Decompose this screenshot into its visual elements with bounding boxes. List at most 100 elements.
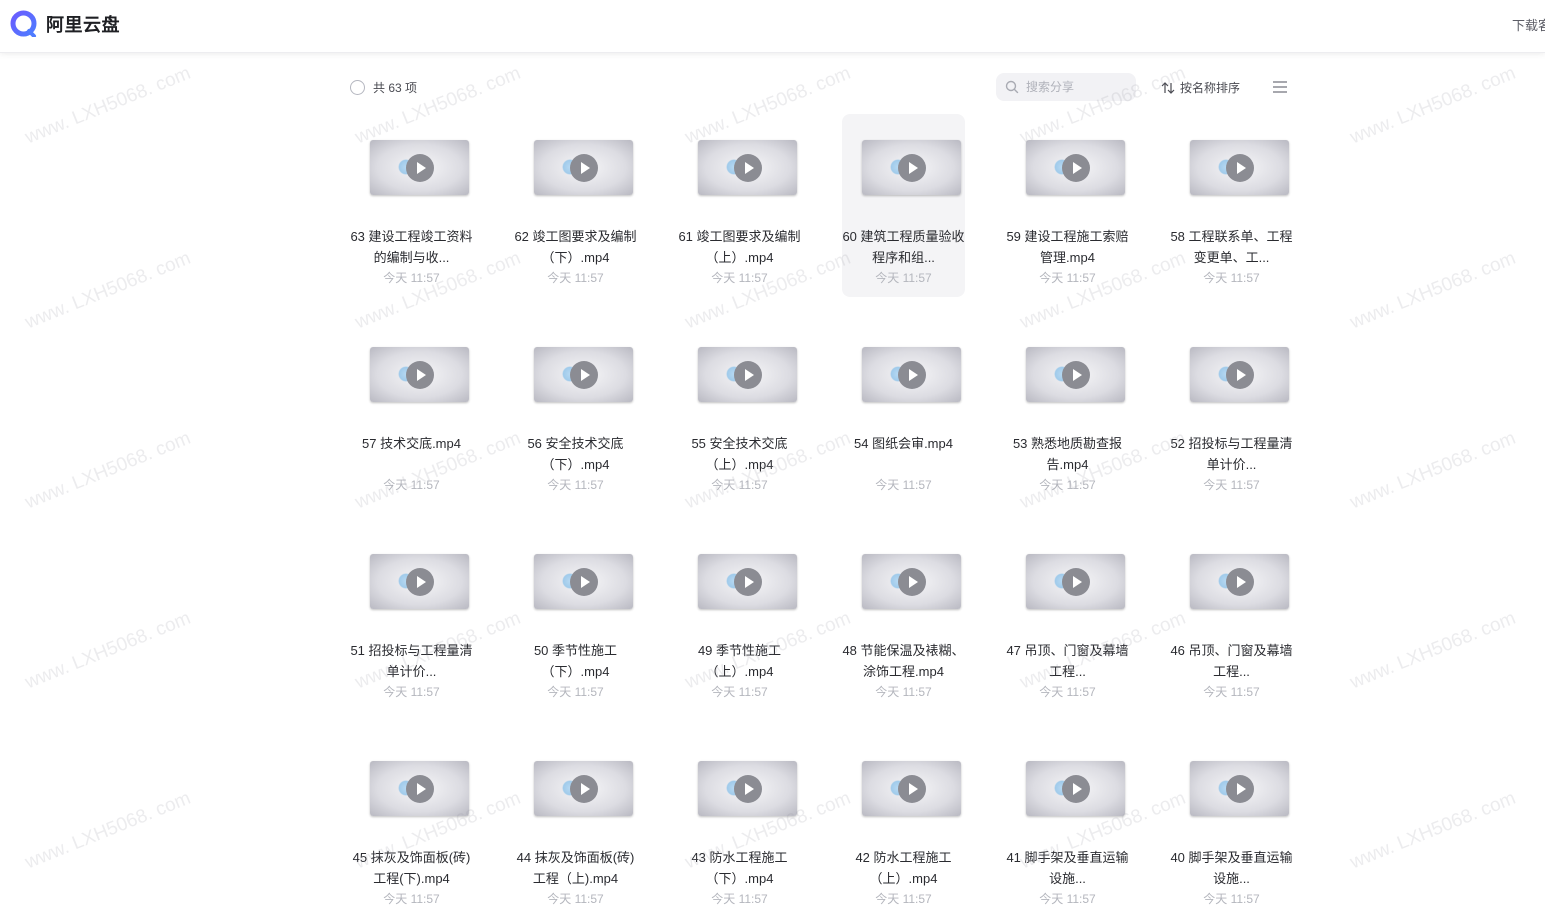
file-card[interactable]: 40 脚手架及垂直运输设施... 今天 11:57: [1170, 735, 1293, 918]
video-thumbnail[interactable]: [698, 140, 797, 195]
file-card[interactable]: 53 熟悉地质勘查报告.mp4 今天 11:57: [1006, 321, 1129, 504]
video-thumbnail[interactable]: [1190, 347, 1289, 402]
file-card[interactable]: 62 竣工图要求及编制（下）.mp4 今天 11:57: [514, 114, 637, 297]
video-thumbnail[interactable]: [370, 140, 469, 195]
file-card[interactable]: 59 建设工程施工索赔管理.mp4 今天 11:57: [1006, 114, 1129, 297]
file-card[interactable]: 46 吊顶、门窗及幕墙工程... 今天 11:57: [1170, 528, 1293, 711]
video-thumbnail[interactable]: [862, 140, 961, 195]
play-icon[interactable]: [570, 154, 598, 182]
download-client-link[interactable]: 下载客: [1512, 15, 1545, 34]
file-card[interactable]: 43 防水工程施工（下）.mp4 今天 11:57: [678, 735, 801, 918]
file-name[interactable]: 60 建筑工程质量验收程序和组...: [842, 226, 965, 268]
video-thumbnail[interactable]: [698, 554, 797, 609]
file-name[interactable]: 45 抹灰及饰面板(砖)工程(下).mp4: [350, 847, 473, 889]
file-name[interactable]: 62 竣工图要求及编制（下）.mp4: [514, 226, 637, 268]
play-icon[interactable]: [734, 154, 762, 182]
play-icon[interactable]: [898, 775, 926, 803]
file-name[interactable]: 63 建设工程竣工资料的编制与收...: [350, 226, 473, 268]
play-icon[interactable]: [1062, 361, 1090, 389]
file-name[interactable]: 44 抹灰及饰面板(砖)工程（上).mp4: [514, 847, 637, 889]
play-icon[interactable]: [1062, 775, 1090, 803]
file-card[interactable]: 51 招投标与工程量清单计价... 今天 11:57: [350, 528, 473, 711]
file-name[interactable]: 51 招投标与工程量清单计价...: [350, 640, 473, 682]
file-card[interactable]: 58 工程联系单、工程变更单、工... 今天 11:57: [1170, 114, 1293, 297]
play-icon[interactable]: [898, 154, 926, 182]
video-thumbnail[interactable]: [1026, 347, 1125, 402]
file-card[interactable]: 47 吊顶、门窗及幕墙工程... 今天 11:57: [1006, 528, 1129, 711]
play-icon[interactable]: [734, 568, 762, 596]
file-name[interactable]: 56 安全技术交底（下）.mp4: [514, 433, 637, 475]
video-thumbnail[interactable]: [862, 554, 961, 609]
file-card[interactable]: 63 建设工程竣工资料的编制与收... 今天 11:57: [350, 114, 473, 297]
play-icon[interactable]: [570, 361, 598, 389]
file-name[interactable]: 52 招投标与工程量清单计价...: [1170, 433, 1293, 475]
video-thumbnail[interactable]: [534, 761, 633, 816]
video-thumbnail[interactable]: [1026, 140, 1125, 195]
play-icon[interactable]: [1226, 361, 1254, 389]
file-name[interactable]: 40 脚手架及垂直运输设施...: [1170, 847, 1293, 889]
file-card[interactable]: 49 季节性施工（上）.mp4 今天 11:57: [678, 528, 801, 711]
file-card[interactable]: 54 图纸会审.mp4 今天 11:57: [842, 321, 965, 504]
file-card[interactable]: 55 安全技术交底（上）.mp4 今天 11:57: [678, 321, 801, 504]
file-name[interactable]: 48 节能保温及裱糊、涂饰工程.mp4: [842, 640, 965, 682]
file-name[interactable]: 55 安全技术交底（上）.mp4: [678, 433, 801, 475]
file-card[interactable]: 44 抹灰及饰面板(砖)工程（上).mp4 今天 11:57: [514, 735, 637, 918]
file-name[interactable]: 43 防水工程施工（下）.mp4: [678, 847, 801, 889]
video-thumbnail[interactable]: [370, 761, 469, 816]
file-card[interactable]: 52 招投标与工程量清单计价... 今天 11:57: [1170, 321, 1293, 504]
video-thumbnail[interactable]: [534, 347, 633, 402]
file-name[interactable]: 46 吊顶、门窗及幕墙工程...: [1170, 640, 1293, 682]
search-input[interactable]: [1026, 77, 1130, 97]
select-all-checkbox[interactable]: [350, 80, 365, 95]
video-thumbnail[interactable]: [370, 554, 469, 609]
video-thumbnail[interactable]: [1190, 554, 1289, 609]
play-icon[interactable]: [898, 361, 926, 389]
file-name[interactable]: 57 技术交底.mp4: [350, 433, 473, 454]
video-thumbnail[interactable]: [698, 347, 797, 402]
sort-button[interactable]: 按名称排序: [1161, 79, 1240, 96]
file-name[interactable]: 41 脚手架及垂直运输设施...: [1006, 847, 1129, 889]
file-card[interactable]: 41 脚手架及垂直运输设施... 今天 11:57: [1006, 735, 1129, 918]
play-icon[interactable]: [406, 568, 434, 596]
play-icon[interactable]: [1062, 154, 1090, 182]
file-name[interactable]: 47 吊顶、门窗及幕墙工程...: [1006, 640, 1129, 682]
video-thumbnail[interactable]: [534, 140, 633, 195]
play-icon[interactable]: [734, 775, 762, 803]
play-icon[interactable]: [734, 361, 762, 389]
play-icon[interactable]: [570, 568, 598, 596]
video-thumbnail[interactable]: [1190, 761, 1289, 816]
file-card[interactable]: 60 建筑工程质量验收程序和组... 今天 11:57: [842, 114, 965, 297]
play-icon[interactable]: [406, 361, 434, 389]
play-icon[interactable]: [1062, 568, 1090, 596]
play-icon[interactable]: [898, 568, 926, 596]
file-name[interactable]: 61 竣工图要求及编制（上）.mp4: [678, 226, 801, 268]
video-thumbnail[interactable]: [698, 761, 797, 816]
file-card[interactable]: 50 季节性施工（下）.mp4 今天 11:57: [514, 528, 637, 711]
file-card[interactable]: 45 抹灰及饰面板(砖)工程(下).mp4 今天 11:57: [350, 735, 473, 918]
app-logo[interactable]: 阿里云盘: [10, 10, 120, 37]
play-icon[interactable]: [406, 154, 434, 182]
play-icon[interactable]: [1226, 568, 1254, 596]
play-icon[interactable]: [1226, 154, 1254, 182]
video-thumbnail[interactable]: [370, 347, 469, 402]
file-card[interactable]: 56 安全技术交底（下）.mp4 今天 11:57: [514, 321, 637, 504]
play-icon[interactable]: [406, 775, 434, 803]
file-name[interactable]: 54 图纸会审.mp4: [842, 433, 965, 454]
video-thumbnail[interactable]: [862, 347, 961, 402]
video-thumbnail[interactable]: [1026, 761, 1125, 816]
play-icon[interactable]: [570, 775, 598, 803]
file-card[interactable]: 61 竣工图要求及编制（上）.mp4 今天 11:57: [678, 114, 801, 297]
file-card[interactable]: 48 节能保温及裱糊、涂饰工程.mp4 今天 11:57: [842, 528, 965, 711]
file-card[interactable]: 57 技术交底.mp4 今天 11:57: [350, 321, 473, 504]
video-thumbnail[interactable]: [1026, 554, 1125, 609]
file-name[interactable]: 53 熟悉地质勘查报告.mp4: [1006, 433, 1129, 475]
file-name[interactable]: 59 建设工程施工索赔管理.mp4: [1006, 226, 1129, 268]
file-name[interactable]: 58 工程联系单、工程变更单、工...: [1170, 226, 1293, 268]
file-card[interactable]: 42 防水工程施工（上）.mp4 今天 11:57: [842, 735, 965, 918]
video-thumbnail[interactable]: [1190, 140, 1289, 195]
file-name[interactable]: 50 季节性施工（下）.mp4: [514, 640, 637, 682]
video-thumbnail[interactable]: [862, 761, 961, 816]
file-name[interactable]: 49 季节性施工（上）.mp4: [678, 640, 801, 682]
video-thumbnail[interactable]: [534, 554, 633, 609]
file-name[interactable]: 42 防水工程施工（上）.mp4: [842, 847, 965, 889]
